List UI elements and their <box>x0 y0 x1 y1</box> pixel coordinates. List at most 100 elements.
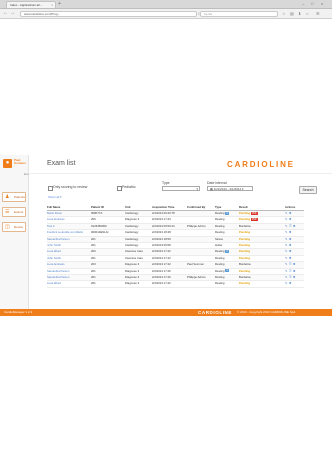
patient-id-cell: 201 <box>91 268 96 273</box>
delete-icon[interactable]: ✖ <box>289 211 291 215</box>
patient-name-link[interactable]: Samantha Parson <box>47 269 89 274</box>
acquisition-time-cell: 2/2/2013 18:59 <box>152 236 171 241</box>
delete-icon[interactable]: ✖ <box>289 256 291 260</box>
date-interval-value: 11/1/2013 - 2/1/2014 ▾ <box>213 187 244 191</box>
patient-name-link[interactable]: Fredrick Louisville von Martin <box>47 230 89 235</box>
address-bar[interactable]: www.cardioline.com/Prog... <box>20 10 197 17</box>
new-tab-button[interactable]: + <box>58 1 61 7</box>
type-text: Resting <box>215 274 225 279</box>
table-row[interactable]: Luca Albert 201 Diagnose 3 2/2/2013 17:42 Re… <box>47 281 304 288</box>
edit-icon[interactable]: ✎ <box>285 230 287 234</box>
acquisition-time-cell: 2/2/2013 17:42 <box>152 262 171 267</box>
patient-name-link[interactable]: Test 0 <box>47 224 89 229</box>
bookmark-star-icon[interactable]: ☆ <box>282 10 286 17</box>
type-cell: Resting 2 <box>215 269 235 274</box>
patient-name-link[interactable]: Luca Andrews <box>47 262 89 267</box>
result-status: Pending <box>239 230 251 235</box>
only-scoring-label: Only scoring to review <box>53 185 88 189</box>
patient-name-link[interactable]: Samantha Parson <box>47 237 89 242</box>
tab-close-icon[interactable]: × <box>51 2 53 8</box>
report-icon[interactable]: ☰ <box>289 269 292 273</box>
browser-search-input[interactable]: Cerca <box>200 10 278 17</box>
result-status: Bordeline <box>239 223 251 228</box>
edit-icon[interactable]: ✎ <box>285 256 287 260</box>
unit-cell: Intensive Care <box>125 249 144 254</box>
minimize-button[interactable]: – <box>302 0 304 8</box>
sidebar-item-device[interactable]: ◫ Device <box>2 222 26 232</box>
report-icon[interactable]: ☰ <box>289 224 292 228</box>
edit-icon[interactable]: ✎ <box>285 275 287 279</box>
search-placeholder: Cerca <box>204 11 213 16</box>
patient-name-link[interactable]: Luca Albert <box>47 249 89 254</box>
show-all-dropdown[interactable]: Show all ▾ <box>48 195 62 199</box>
delete-icon[interactable]: ✖ <box>289 249 291 253</box>
edit-icon[interactable]: ✎ <box>285 281 287 285</box>
delete-icon[interactable]: ✖ <box>293 262 295 266</box>
patient-name-link[interactable]: John Smith <box>47 243 89 248</box>
type-cell: Resting <box>215 217 235 222</box>
download-icon[interactable]: ⬇ <box>298 10 301 17</box>
type-text: Holter <box>215 242 223 247</box>
acquisition-time-cell: 2/2/2013 09:58 <box>152 242 171 247</box>
pdf-badge[interactable]: PDF <box>251 211 258 215</box>
delete-icon[interactable]: ✖ <box>293 269 295 273</box>
edit-icon[interactable]: ✎ <box>285 224 287 228</box>
pdf-badge[interactable]: PDF <box>251 218 258 222</box>
delete-icon[interactable]: ✖ <box>289 281 291 285</box>
type-select[interactable]: ▾ <box>162 186 200 191</box>
delete-icon[interactable]: ✖ <box>293 275 295 279</box>
column-header[interactable]: Type <box>215 204 235 210</box>
edit-icon[interactable]: ✎ <box>285 243 287 247</box>
delete-icon[interactable]: ✖ <box>293 224 295 228</box>
close-window-button[interactable]: × <box>321 0 323 8</box>
home-icon[interactable]: ⌂ <box>306 10 308 17</box>
column-header[interactable]: Full Name <box>47 204 89 210</box>
column-header[interactable]: Unit <box>125 204 153 210</box>
delete-icon[interactable]: ✖ <box>289 243 291 247</box>
edit-icon[interactable]: ✎ <box>285 237 287 241</box>
back-arrow-icon[interactable]: ← <box>3 10 8 17</box>
result-cell: Pending <box>239 237 259 242</box>
page-title: Exam list <box>47 160 76 167</box>
maximize-button[interactable]: □ <box>311 0 313 8</box>
column-header[interactable]: Acquisition Time <box>152 204 187 210</box>
result-cell: Pending <box>239 230 259 235</box>
patient-name-link[interactable]: Samantha Parson <box>47 275 89 280</box>
report-icon[interactable]: ☰ <box>289 262 292 266</box>
column-header[interactable]: Confirmed By <box>187 204 215 210</box>
actions-cell: ✎ ☰ ✖ <box>285 269 305 274</box>
menu-icon[interactable]: ☰ <box>316 10 320 17</box>
patient-name-link[interactable]: Luca Albert <box>47 281 89 286</box>
edit-icon[interactable]: ✎ <box>285 211 287 215</box>
edit-icon[interactable]: ✎ <box>285 217 287 221</box>
type-cell: Resting <box>215 262 235 267</box>
delete-icon[interactable]: ✖ <box>289 230 291 234</box>
forward-arrow-icon[interactable]: → <box>10 10 15 17</box>
column-header[interactable]: Patient ID <box>91 204 123 210</box>
delete-icon[interactable]: ✖ <box>289 237 291 241</box>
reading-list-icon[interactable]: ▤ <box>290 10 294 17</box>
browser-tab[interactable]: Index - Applicazioni al/... × <box>6 1 56 8</box>
edit-icon[interactable]: ✎ <box>285 249 287 253</box>
patient-name-link[interactable]: Mario Rossi <box>47 211 89 216</box>
report-icon[interactable]: ☰ <box>289 275 292 279</box>
edit-icon[interactable]: ✎ <box>285 269 287 273</box>
edit-icon[interactable]: ✎ <box>285 262 287 266</box>
confirmed-by-cell: Philippe Admin <box>187 223 206 228</box>
type-cell: Resting <box>215 230 235 235</box>
search-button[interactable]: Search <box>299 186 317 194</box>
column-header[interactable]: Result <box>239 204 259 210</box>
sidebar-item-label: Patients <box>14 195 25 199</box>
date-interval-picker[interactable]: ▦ 11/1/2013 - 2/1/2014 ▾ <box>207 186 253 191</box>
sidebar-item-patients[interactable]: ♟ Patients <box>2 192 26 202</box>
type-text: Resting <box>215 281 225 286</box>
acquisition-time-cell: 2/2/2013 17:42 <box>152 281 171 286</box>
actions-cell: ✎ ☰ ✖ <box>285 275 305 280</box>
type-cell: Resting 2 <box>215 211 235 216</box>
delete-icon[interactable]: ✖ <box>289 217 291 221</box>
user-profile[interactable]: ● Paul Sommer Exit <box>3 158 29 181</box>
sidebar-item-exams[interactable]: ☰ Exams <box>2 207 26 217</box>
patient-name-link[interactable]: John Smith <box>47 256 89 261</box>
type-text: Resting <box>215 223 225 228</box>
patient-name-link[interactable]: Luca Andrews <box>47 217 89 222</box>
